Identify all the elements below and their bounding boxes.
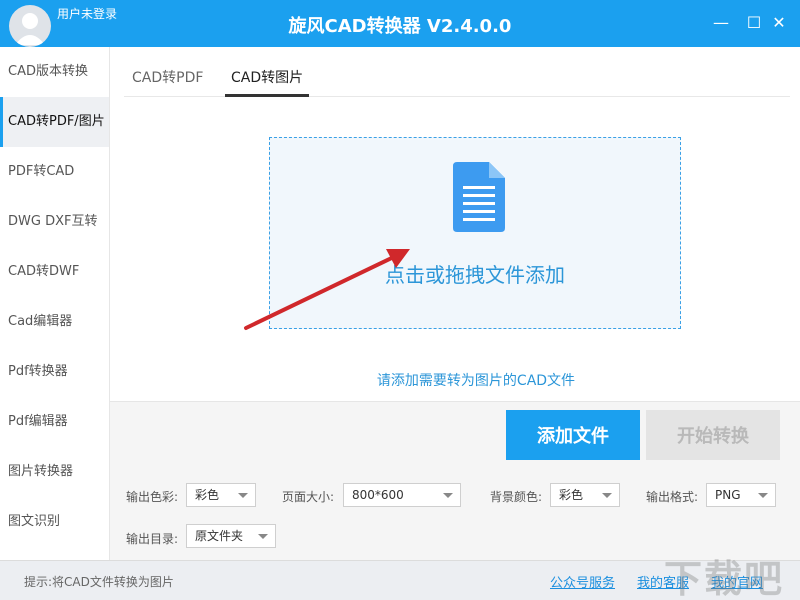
page-size-select[interactable]: 800*600	[343, 483, 461, 507]
bg-color-select[interactable]: 彩色	[550, 483, 620, 507]
page-size-value: 800*600	[352, 488, 404, 502]
app-title: 旋风CAD转换器 V2.4.0.0	[288, 16, 512, 37]
sidebar-item-cad-version[interactable]: CAD版本转换	[0, 47, 109, 97]
sidebar-item-cad-to-dwf[interactable]: CAD转DWF	[0, 247, 109, 297]
output-color-select[interactable]: 彩色	[186, 483, 256, 507]
bg-color-value: 彩色	[559, 488, 584, 502]
chevron-down-icon	[258, 534, 268, 539]
close-button[interactable]: ✕	[769, 13, 789, 33]
start-convert-button: 开始转换	[646, 410, 780, 460]
output-color-label: 输出色彩:	[126, 490, 179, 504]
chevron-down-icon	[238, 493, 248, 498]
add-file-hint: 请添加需要转为图片的CAD文件	[376, 373, 576, 389]
document-icon	[453, 162, 505, 232]
bg-color-label: 背景颜色:	[490, 490, 543, 504]
output-format-value: PNG	[715, 488, 741, 502]
sidebar-item-cad-editor[interactable]: Cad编辑器	[0, 297, 109, 347]
sidebar: CAD版本转换 CAD转PDF/图片 PDF转CAD DWG DXF互转 CAD…	[0, 47, 110, 560]
page-size-label: 页面大小:	[282, 490, 335, 504]
output-format-label: 输出格式:	[646, 490, 699, 504]
sidebar-item-ocr[interactable]: 图文识别	[0, 497, 109, 547]
watermark: 下载吧	[664, 557, 785, 600]
tab-cad-to-image[interactable]: CAD转图片	[225, 67, 310, 97]
tab-cad-to-pdf[interactable]: CAD转PDF	[132, 67, 203, 95]
add-file-button[interactable]: 添加文件	[506, 410, 640, 460]
red-arrow-icon	[244, 249, 410, 330]
sidebar-item-pdf-editor[interactable]: Pdf编辑器	[0, 397, 109, 447]
chevron-down-icon	[443, 493, 453, 498]
tab-bar: CAD转PDF CAD转图片	[124, 60, 790, 97]
chevron-down-icon	[602, 493, 612, 498]
output-format-select[interactable]: PNG	[706, 483, 776, 507]
title-bar: 用户未登录 旋风CAD转换器 V2.4.0.0 — ☐ ✕	[0, 0, 800, 47]
maximize-button[interactable]: ☐	[744, 13, 764, 33]
sidebar-item-cad-to-pdf-image[interactable]: CAD转PDF/图片	[0, 97, 109, 147]
sidebar-item-pdf-converter[interactable]: Pdf转换器	[0, 347, 109, 397]
sidebar-item-image-converter[interactable]: 图片转换器	[0, 447, 109, 497]
output-color-value: 彩色	[195, 488, 220, 502]
output-dir-select[interactable]: 原文件夹	[186, 524, 276, 548]
output-dir-label: 输出目录:	[126, 532, 179, 546]
sidebar-item-pdf-to-cad[interactable]: PDF转CAD	[0, 147, 109, 197]
chevron-down-icon	[758, 493, 768, 498]
sidebar-item-dwg-dxf[interactable]: DWG DXF互转	[0, 197, 109, 247]
link-official-account[interactable]: 公众号服务	[550, 572, 615, 591]
status-tip: 提示:将CAD文件转换为图片	[24, 575, 174, 589]
output-dir-value: 原文件夹	[195, 529, 244, 543]
minimize-button[interactable]: —	[711, 13, 731, 33]
